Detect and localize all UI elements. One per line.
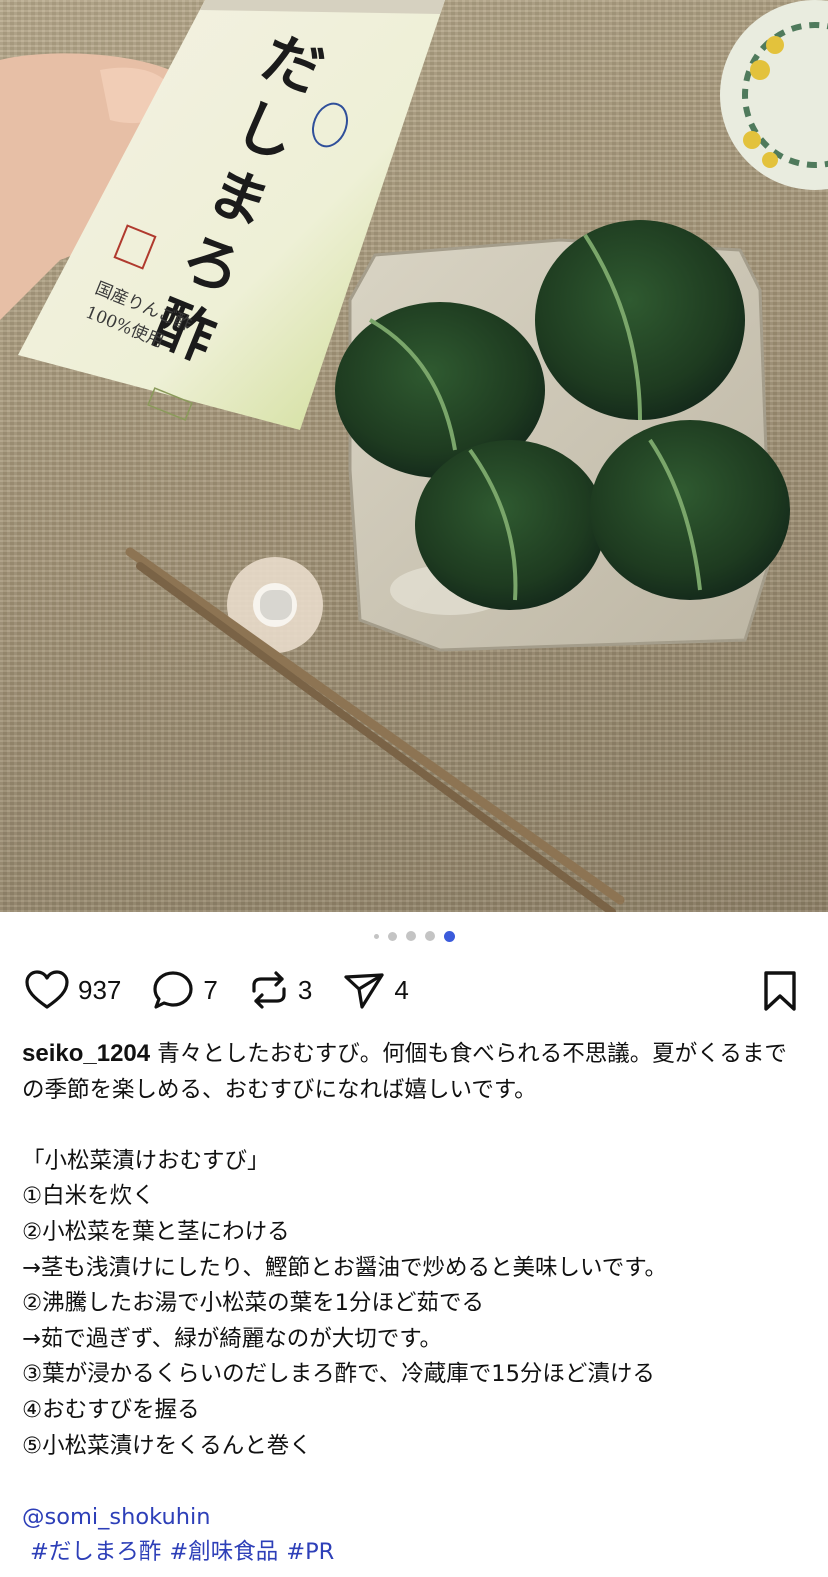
- save-button[interactable]: [762, 970, 798, 1016]
- carousel-dot: [424, 931, 435, 941]
- caption-intro: seiko_1204 青々としたおむすび。何個も食べられる不思議。夏がくるまでの…: [22, 1036, 802, 1108]
- repost-count: 3: [297, 974, 313, 1005]
- post-photo[interactable]: だしまろ酢 国産りんご酢 100%使用: [0, 0, 828, 912]
- heart-icon: [25, 970, 69, 1009]
- recipe-step: →茹で過ぎず、緑が綺麗なのが大切です。: [22, 1325, 443, 1352]
- like-button[interactable]: 937: [24, 969, 121, 1011]
- repost-arrows-icon: [252, 971, 286, 1009]
- recipe-step: →茎も浅漬けにしたり、鰹節とお醤油で炒めると美味しいです。: [22, 1254, 668, 1281]
- repost-button[interactable]: 3: [248, 969, 312, 1011]
- carousel-dot: [373, 933, 379, 939]
- hashtag-link[interactable]: #創味食品: [169, 1535, 278, 1571]
- recipe-step: ①白米を炊く: [22, 1183, 155, 1210]
- carousel-dot: [405, 931, 416, 941]
- carousel-dot: [387, 931, 397, 941]
- recipe-title: 「小松菜漬けおむすび」: [22, 1147, 270, 1174]
- share-button[interactable]: 4: [342, 969, 409, 1011]
- action-bar: 937 7 3 4: [24, 966, 804, 1014]
- comment-button[interactable]: 7: [151, 969, 218, 1011]
- bookmark-icon: [764, 971, 796, 1011]
- share-count: 4: [394, 974, 409, 1005]
- recipe-step: ②沸騰したお湯で小松菜の葉を1分ほど茹でる: [22, 1290, 484, 1317]
- hashtag-link[interactable]: #PR: [286, 1535, 334, 1571]
- post-caption: seiko_1204 青々としたおむすび。何個も食べられる不思議。夏がくるまでの…: [22, 1036, 802, 1571]
- comment-count: 7: [203, 974, 218, 1005]
- like-count: 937: [78, 974, 122, 1005]
- carousel-dot-active: [443, 930, 455, 942]
- recipe-step: ④おむすびを握る: [22, 1396, 200, 1423]
- username-link[interactable]: seiko_1204: [22, 1040, 150, 1067]
- hashtag-link[interactable]: #だしまろ酢: [30, 1535, 161, 1571]
- hashtag-list: #だしまろ酢 #創味食品 #PR: [22, 1535, 802, 1571]
- recipe-step: ⑤小松菜漬けをくるんと巻く: [22, 1432, 312, 1459]
- send-paper-plane-icon: [344, 973, 384, 1009]
- recipe-step: ③葉が浸かるくらいのだしまろ酢で、冷蔵庫で15分ほど漬ける: [22, 1361, 655, 1388]
- mention-link[interactable]: @somi_shokuhin: [22, 1504, 211, 1530]
- carousel-indicator: [0, 930, 828, 942]
- decorative-dish: [720, 0, 828, 190]
- photo-illustration: [0, 0, 828, 912]
- recipe-step: ②小松菜を葉と茎にわける: [22, 1218, 290, 1245]
- comment-bubble-icon: [153, 971, 193, 1009]
